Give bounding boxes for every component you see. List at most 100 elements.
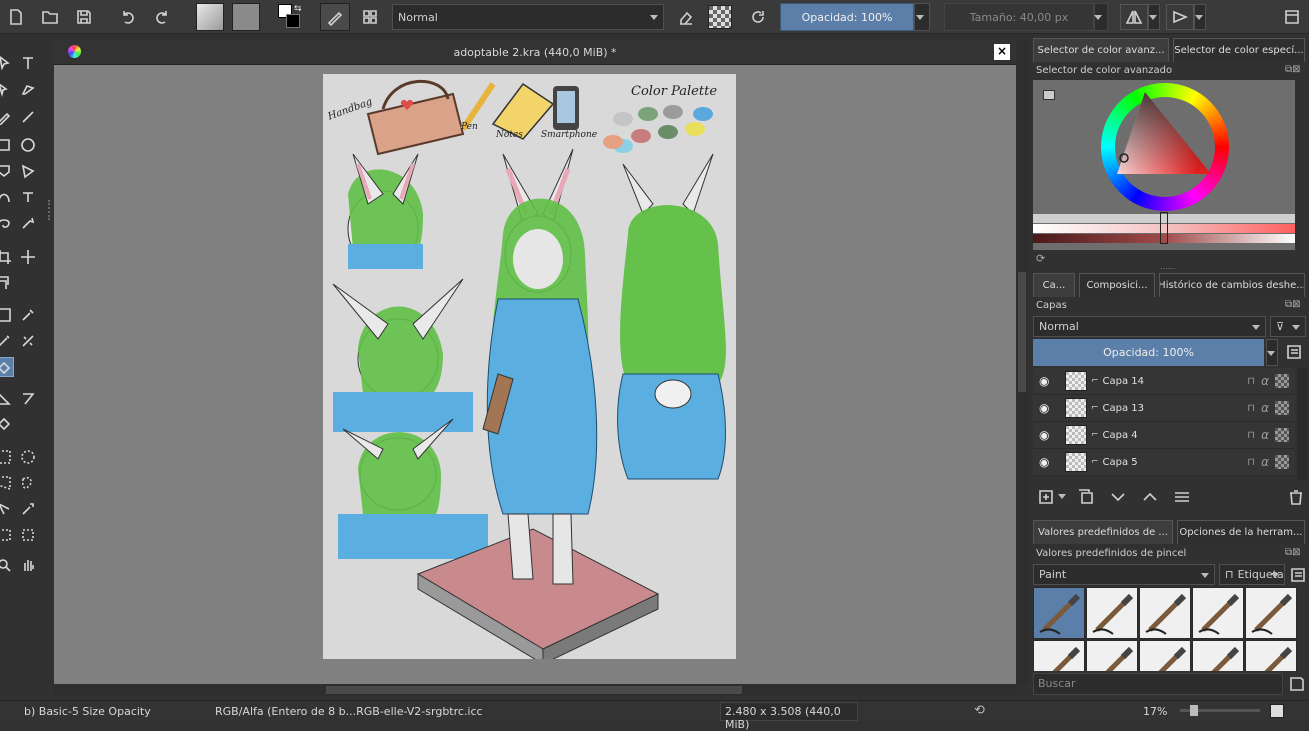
lock-icon[interactable]: ⊓ bbox=[1247, 403, 1255, 414]
ellipse-tool-icon[interactable] bbox=[18, 135, 38, 155]
color-strip-handle[interactable] bbox=[1160, 212, 1168, 244]
layer-name[interactable]: Capa 13 bbox=[1103, 403, 1248, 414]
save-preset-icon[interactable] bbox=[1286, 673, 1308, 695]
brush-preset-thumbnail[interactable] bbox=[1139, 640, 1191, 671]
brush-preset-thumbnail[interactable] bbox=[1245, 640, 1297, 671]
brush-preset-thumbnail[interactable] bbox=[1192, 640, 1244, 671]
size-slider[interactable]: Tamaño: 40,00 px bbox=[944, 3, 1094, 31]
swap-colors-icon[interactable]: ⇆ bbox=[294, 4, 302, 14]
horizontal-scrollbar[interactable] bbox=[54, 684, 1016, 696]
select-shapes-tool-icon[interactable] bbox=[0, 53, 14, 73]
layer-filter-icon[interactable]: ⊽ bbox=[1270, 316, 1306, 337]
gradient-preset-button[interactable] bbox=[196, 3, 224, 31]
reload-preset-icon[interactable] bbox=[746, 5, 770, 29]
measure-tool-icon[interactable] bbox=[0, 389, 14, 409]
tab-undo-history[interactable]: Histórico de cambios deshe... bbox=[1159, 273, 1305, 297]
layer-row[interactable]: ◉ ⌐ Capa 4 ⊓ α bbox=[1033, 422, 1295, 449]
brush-preset-thumbnail[interactable] bbox=[1192, 587, 1244, 639]
tab-advanced-color-selector[interactable]: Selector de color avanz... bbox=[1033, 38, 1169, 62]
duplicate-layer-icon[interactable] bbox=[1075, 486, 1097, 508]
add-layer-menu-icon[interactable] bbox=[1058, 494, 1066, 499]
eraser-mode-icon[interactable] bbox=[674, 5, 698, 29]
fill-tool-icon[interactable] bbox=[0, 357, 14, 377]
layer-blend-mode-select[interactable]: Normal bbox=[1033, 316, 1266, 337]
layer-row[interactable]: ◉ ⌐ Capa 5 ⊓ α bbox=[1033, 449, 1295, 476]
rectangle-tool-icon[interactable] bbox=[0, 135, 14, 155]
move-tool-icon[interactable] bbox=[18, 247, 38, 267]
brush-preset-thumbnail[interactable] bbox=[1086, 640, 1138, 671]
inherit-alpha-icon[interactable] bbox=[1275, 401, 1289, 415]
brush-search-input[interactable]: Buscar bbox=[1033, 673, 1283, 695]
save-icon[interactable] bbox=[72, 6, 96, 28]
inherit-alpha-icon[interactable] bbox=[1275, 428, 1289, 442]
alpha-lock-icon[interactable]: α bbox=[1261, 374, 1269, 388]
visibility-eye-icon[interactable]: ◉ bbox=[1039, 401, 1061, 415]
freehand-path-tool-icon[interactable] bbox=[18, 187, 38, 207]
close-document-icon[interactable]: × bbox=[994, 44, 1010, 60]
artwork-canvas[interactable]: Handbag Pen Notes Smartphone Color Palet… bbox=[323, 74, 736, 659]
line-tool-icon[interactable] bbox=[18, 107, 38, 127]
pattern-preset-button[interactable] bbox=[232, 3, 260, 31]
layer-row[interactable]: ◉ ⌐ Capa 14 ⊓ α bbox=[1033, 368, 1295, 395]
bezier-curve-tool-icon[interactable] bbox=[0, 187, 14, 207]
tab-compositions[interactable]: Composici... bbox=[1079, 273, 1155, 297]
polygon-tool-icon[interactable] bbox=[0, 161, 14, 181]
reference-tool-icon[interactable] bbox=[18, 389, 38, 409]
freehand-brush-tool-icon[interactable] bbox=[0, 107, 14, 127]
dynamic-brush-tool-icon[interactable] bbox=[0, 213, 14, 233]
vertical-mirror-options[interactable] bbox=[1194, 4, 1206, 30]
horizontal-scrollbar-thumb[interactable] bbox=[326, 686, 742, 694]
panel-float-icon[interactable]: ⧉⊠ bbox=[1285, 64, 1301, 75]
lock-icon[interactable]: ⊓ bbox=[1247, 376, 1255, 387]
lock-icon[interactable]: ⊓ bbox=[1247, 457, 1255, 468]
multibrush-tool-icon[interactable] bbox=[18, 213, 38, 233]
vertical-mirror-icon[interactable] bbox=[1166, 4, 1194, 30]
brush-editor-icon[interactable] bbox=[358, 5, 382, 29]
alpha-lock-icon[interactable]: α bbox=[1261, 455, 1269, 469]
layers-scrollbar[interactable] bbox=[1297, 368, 1307, 480]
move-layer-up-icon[interactable] bbox=[1139, 486, 1161, 508]
alpha-lock-icon[interactable]: α bbox=[1261, 428, 1269, 442]
horizontal-mirror-options[interactable] bbox=[1148, 4, 1160, 30]
polyline-tool-icon[interactable] bbox=[18, 161, 38, 181]
brush-preset-thumbnail[interactable] bbox=[1033, 640, 1085, 671]
layer-row[interactable]: ◉ ⌐ Capa 13 ⊓ α bbox=[1033, 395, 1295, 422]
tab-specific-color-selector[interactable]: Selector de color especí... bbox=[1173, 38, 1305, 62]
dock-splitter[interactable]: ...... bbox=[1160, 262, 1175, 271]
add-layer-icon[interactable] bbox=[1035, 486, 1057, 508]
gradient-tool-icon[interactable] bbox=[0, 305, 14, 325]
move-layer-down-icon[interactable] bbox=[1107, 486, 1129, 508]
status-brush-name[interactable]: b) Basic-5 Size Opacity bbox=[24, 705, 151, 718]
background-color-swatch[interactable] bbox=[286, 14, 300, 28]
tab-layers[interactable]: Ca... bbox=[1033, 273, 1075, 297]
bezier-selection-tool-icon[interactable] bbox=[0, 525, 14, 545]
text-tool-icon[interactable] bbox=[18, 53, 38, 73]
pan-tool-icon[interactable] bbox=[18, 555, 38, 575]
contiguous-selection-tool-icon[interactable] bbox=[0, 499, 14, 519]
toolbox-splitter[interactable] bbox=[48, 200, 50, 220]
rotate-canvas-icon[interactable]: ⟲ bbox=[974, 703, 985, 718]
alpha-lock-icon[interactable]: α bbox=[1261, 401, 1269, 415]
color-picker-tool-icon[interactable] bbox=[18, 305, 38, 325]
zoom-slider-handle[interactable] bbox=[1190, 705, 1198, 716]
smart-fill-tool-icon[interactable] bbox=[0, 415, 14, 435]
magnetic-selection-tool-icon[interactable] bbox=[18, 525, 38, 545]
panel-float-icon[interactable]: ⧉⊠ bbox=[1285, 299, 1301, 310]
crop-tool-icon[interactable] bbox=[0, 247, 14, 267]
layer-name[interactable]: Capa 4 bbox=[1103, 430, 1248, 441]
delete-layer-icon[interactable] bbox=[1285, 486, 1307, 508]
vertical-scrollbar[interactable] bbox=[1016, 40, 1028, 684]
similar-color-selection-tool-icon[interactable] bbox=[18, 499, 38, 519]
refresh-icon[interactable]: ⟳ bbox=[1036, 252, 1045, 265]
smart-patch-tool-icon[interactable] bbox=[0, 331, 14, 351]
opacity-slider[interactable]: Opacidad: 100% bbox=[780, 3, 914, 31]
color-selector-settings-icon[interactable] bbox=[1043, 90, 1055, 100]
brush-tag-button[interactable]: ⊓ Etiqueta bbox=[1219, 564, 1285, 585]
brush-preset-filter-select[interactable]: Paint bbox=[1033, 564, 1215, 585]
new-document-icon[interactable] bbox=[4, 6, 28, 28]
inherit-alpha-icon[interactable] bbox=[1275, 374, 1289, 388]
lock-icon[interactable]: ⊓ bbox=[1247, 430, 1255, 441]
zoom-slider[interactable] bbox=[1180, 705, 1260, 716]
zoom-tool-icon[interactable] bbox=[0, 555, 14, 575]
redo-icon[interactable] bbox=[150, 6, 174, 28]
